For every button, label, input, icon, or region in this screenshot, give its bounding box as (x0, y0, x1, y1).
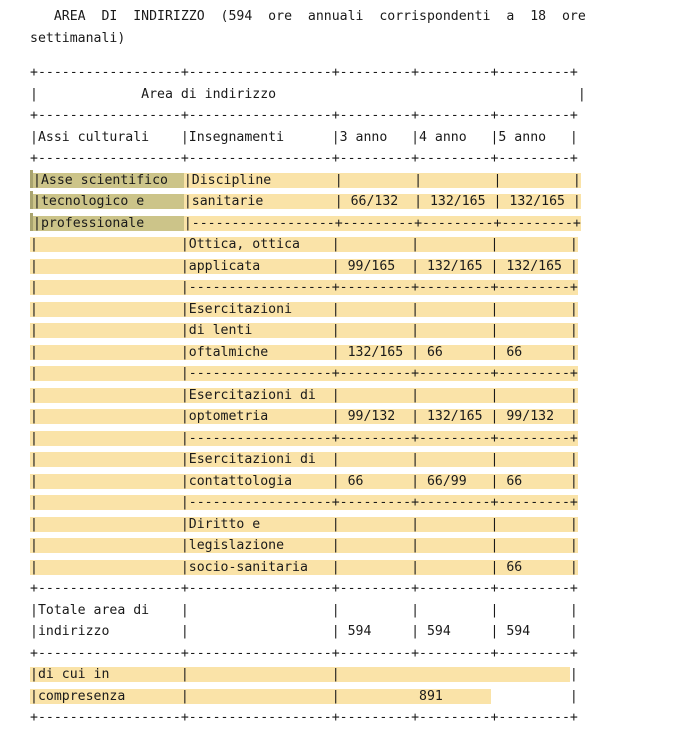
table-row: |Asse scientifico |Discipline | | | | (30, 169, 586, 192)
table-text-segment: +------------------+------------------+-… (30, 151, 578, 166)
selected-text-segment: |professionale (33, 215, 184, 231)
selected-text-segment: |Asse scientifico (33, 172, 184, 188)
table-compresenza-row: |compresenza | | 891 | (30, 686, 586, 708)
table-text-segment: +------------------+------------------+-… (30, 108, 578, 123)
table-text-segment: |di cui in | | (30, 667, 570, 682)
table-text-segment: | (490, 688, 578, 704)
table-text-segment: |sanitarie | 66/132 | 132/165 | 132/165 … (183, 194, 581, 209)
table-row: | |oftalmiche | 132/165 | 66 | 66 | (30, 342, 586, 364)
table-text-segment: | |di lenti | | | | (30, 323, 578, 338)
heading-line: settimanali) (30, 30, 126, 46)
table-compresenza-row: |di cui in | | | (30, 664, 586, 686)
table-text-segment: |Assi culturali |Insegnamenti |3 anno |4… (30, 129, 578, 145)
table-row: | |Esercitazioni di | | | | (30, 385, 586, 407)
table-text-segment: +------------------+------------------+-… (30, 710, 578, 725)
table-header-row: |Assi culturali |Insegnamenti |3 anno |4… (30, 127, 586, 149)
table-text-segment: | |Esercitazioni di | | | | (30, 387, 578, 403)
table-text-segment: | |contattologia | 66 | 66/99 | 66 | (30, 473, 578, 489)
table-row: |professionale |------------------+-----… (30, 212, 586, 235)
table-rule: +------------------+------------------+-… (30, 578, 586, 600)
table-row: | |socio-sanitaria | | | 66 | (30, 557, 586, 579)
table-text-segment: | |oftalmiche | 132/165 | 66 | 66 | (30, 344, 578, 360)
table-row: | |Esercitazioni di | | | | (30, 449, 586, 471)
table-text-segment: | |Ottica, ottica | | | | (30, 237, 578, 252)
table-row: | |------------------+---------+--------… (30, 277, 586, 299)
table-rule: +------------------+------------------+-… (30, 707, 586, 729)
table-text-segment: | |------------------+---------+--------… (30, 495, 578, 510)
table-text-segment: | |------------------+---------+--------… (30, 280, 578, 295)
table-rule: +------------------+------------------+-… (30, 105, 586, 127)
table-total-row: |indirizzo | | 594 | 594 | 594 | (30, 621, 586, 643)
table-row: | |Esercitazioni | | | | (30, 299, 586, 321)
document-page: AREA DI INDIRIZZO (594 ore annuali corri… (0, 0, 699, 725)
table-text-segment: +------------------+------------------+-… (30, 65, 578, 80)
table-row: | |------------------+---------+--------… (30, 428, 586, 450)
table-text-segment: |compresenza | | 891 (30, 688, 491, 704)
table-rule: +------------------+------------------+-… (30, 62, 586, 84)
table-text-segment: | |------------------+---------+--------… (30, 430, 578, 446)
table-text-segment: | |socio-sanitaria | | | 66 | (30, 559, 578, 575)
table-text-segment: | |applicata | 99/165 | 132/165 | 132/16… (30, 258, 578, 274)
table-text-segment: |------------------+---------+---------+… (183, 215, 581, 231)
heading-line: AREA DI INDIRIZZO (594 ore annuali corri… (30, 9, 586, 24)
table-row: | |applicata | 99/165 | 132/165 | 132/16… (30, 256, 586, 278)
table-row: | |legislazione | | | | (30, 535, 586, 557)
page-title: AREA DI INDIRIZZO (594 ore annuali corri… (30, 6, 690, 49)
table-row: | |Ottica, ottica | | | | (30, 234, 586, 256)
table-text-segment: | |------------------+---------+--------… (30, 366, 578, 381)
table-rule: +------------------+------------------+-… (30, 148, 586, 170)
table-row: | |------------------+---------+--------… (30, 363, 586, 385)
table-text-segment: |Discipline | | | | (183, 172, 581, 188)
table-text-segment: | |Esercitazioni | | | | (30, 301, 578, 317)
table-row: | |------------------+---------+--------… (30, 492, 586, 514)
selected-text-segment: |tecnologico e (33, 194, 184, 209)
table-row: | |Diritto e | | | | (30, 514, 586, 536)
table-text-segment: |Totale area di | | | | | (30, 602, 578, 618)
table-text-segment: |indirizzo | | 594 | 594 | 594 | (30, 624, 578, 639)
table-text-segment: | |Diritto e | | | | (30, 516, 578, 532)
table-row: |tecnologico e |sanitarie | 66/132 | 132… (30, 191, 586, 213)
table-text-segment: | |optometria | 99/132 | 132/165 | 99/13… (30, 409, 578, 424)
table-text-segment: | |legislazione | | | | (30, 538, 578, 553)
table-text-segment: | |Esercitazioni di | | | | (30, 452, 578, 467)
table-text-segment: | Area di indirizzo | (30, 86, 586, 102)
table-text-segment: +------------------+------------------+-… (30, 645, 578, 661)
area-di-indirizzo-table: +------------------+------------------+-… (30, 62, 586, 729)
table-row: | |di lenti | | | | (30, 320, 586, 342)
table-rule: +------------------+------------------+-… (30, 643, 586, 665)
table-text-segment: | (569, 667, 578, 682)
table-total-row: |Totale area di | | | | | (30, 600, 586, 622)
table-row: | |optometria | 99/132 | 132/165 | 99/13… (30, 406, 586, 428)
table-row: | |contattologia | 66 | 66/99 | 66 | (30, 471, 586, 493)
table-text-segment: +------------------+------------------+-… (30, 581, 578, 596)
table-row: | Area di indirizzo | (30, 84, 586, 106)
